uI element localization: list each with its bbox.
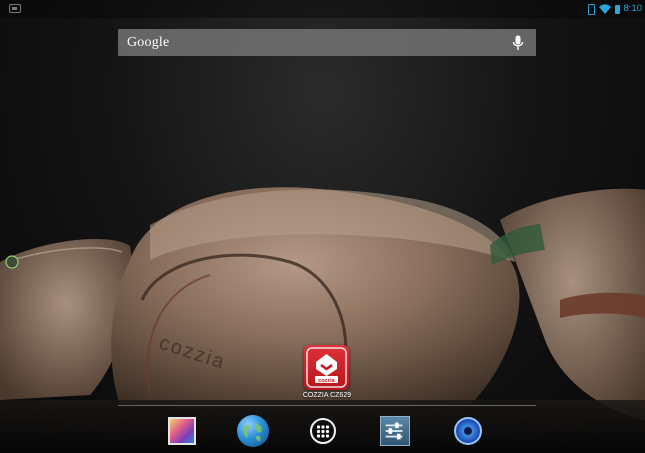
status-bar: 8:10 [0,0,645,18]
cozzia-app-icon-text: cozzia [318,378,335,384]
google-logo-text[interactable]: Google [127,34,169,51]
android-home-screen: cozzia 8:10 Google cozzia COZZIA CZ629 [0,0,645,453]
dock-item-all-apps[interactable] [303,411,343,451]
dock-divider [118,405,536,406]
app-shortcut-cozzia[interactable]: cozzia COZZIA CZ629 [296,343,358,403]
globe-icon[interactable] [237,415,269,447]
status-icons: 8:10 [587,2,643,16]
dock [118,411,536,451]
gallery-icon[interactable] [168,417,196,445]
app-drawer-icon[interactable] [310,418,336,444]
google-search-bar[interactable]: Google [118,29,536,56]
vibrate-icon [587,3,595,15]
dock-item-gallery[interactable] [162,411,202,451]
battery-icon [614,4,620,14]
cozzia-app-icon[interactable]: cozzia [304,345,349,390]
mic-icon[interactable] [512,35,524,51]
dock-item-settings[interactable] [375,411,415,451]
music-icon[interactable] [454,417,482,445]
dock-item-browser[interactable] [233,411,273,451]
screenshot-notification-icon[interactable] [9,4,21,13]
clock: 8:10 [623,3,643,14]
dock-item-music[interactable] [448,411,488,451]
settings-icon[interactable] [380,416,410,446]
app-label: COZZIA CZ629 [302,392,352,399]
wifi-icon [598,4,611,14]
